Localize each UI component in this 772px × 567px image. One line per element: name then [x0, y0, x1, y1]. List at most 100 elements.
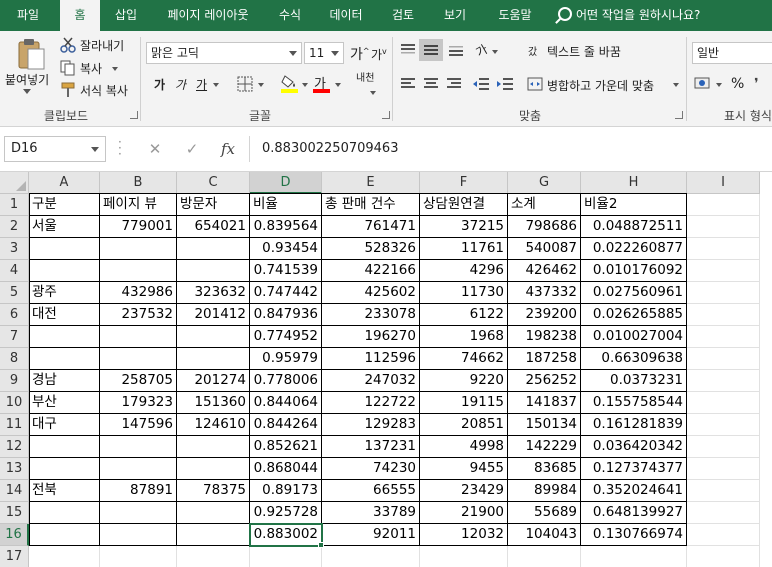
cell-d6[interactable]: 0.847936 — [250, 304, 322, 326]
cell-c8[interactable] — [177, 348, 250, 370]
cell-i13[interactable] — [687, 458, 760, 480]
phonetic-dropdown-icon[interactable] — [370, 91, 376, 95]
cell-f2[interactable]: 37215 — [420, 216, 508, 238]
row-header-11[interactable]: 11 — [0, 414, 29, 436]
cell-c10[interactable]: 151360 — [177, 392, 250, 414]
cell-b2[interactable]: 779001 — [100, 216, 177, 238]
cell-f13[interactable]: 9455 — [420, 458, 508, 480]
cell-f12[interactable]: 4998 — [420, 436, 508, 458]
cell-e1[interactable]: 총 판매 건수 — [322, 194, 420, 216]
row-header-1[interactable]: 1 — [0, 194, 29, 216]
phonetic-button[interactable]: 내천 — [356, 74, 376, 84]
cell-f16[interactable]: 12032 — [420, 524, 508, 546]
row-header-3[interactable]: 3 — [0, 238, 29, 260]
cell-c6[interactable]: 201412 — [177, 304, 250, 326]
comma-style-icon[interactable]: ❜ — [754, 76, 759, 92]
cell-c13[interactable] — [177, 458, 250, 480]
fill-color-icon[interactable] — [281, 74, 299, 97]
cell-h11[interactable]: 0.161281839 — [581, 414, 687, 436]
cell-e8[interactable]: 112596 — [322, 348, 420, 370]
italic-button[interactable]: 가 — [175, 76, 186, 93]
cell-g3[interactable]: 540087 — [508, 238, 581, 260]
cell-e13[interactable]: 74230 — [322, 458, 420, 480]
row-header-12[interactable]: 12 — [0, 436, 29, 458]
clipboard-dialog-launcher[interactable] — [130, 111, 138, 119]
cell-a14[interactable]: 전북 — [29, 480, 100, 502]
cancel-entry-button[interactable]: ✕ — [140, 136, 170, 162]
cell-c2[interactable]: 654021 — [177, 216, 250, 238]
cell-e15[interactable]: 33789 — [322, 502, 420, 524]
cell-e12[interactable]: 137231 — [322, 436, 420, 458]
cell-f7[interactable]: 1968 — [420, 326, 508, 348]
column-header-a[interactable]: A — [29, 172, 100, 194]
cell-c12[interactable] — [177, 436, 250, 458]
cell-i11[interactable] — [687, 414, 760, 436]
align-bottom-icon[interactable] — [448, 43, 464, 60]
cell-i7[interactable] — [687, 326, 760, 348]
merge-center-button[interactable]: 병합하고 가운데 맞춤 — [547, 77, 654, 94]
cell-d12[interactable]: 0.852621 — [250, 436, 322, 458]
cell-h8[interactable]: 0.66309638 — [581, 348, 687, 370]
cell-h6[interactable]: 0.026265885 — [581, 304, 687, 326]
cell-g5[interactable]: 437332 — [508, 282, 581, 304]
column-header-h[interactable]: H — [581, 172, 687, 194]
cell-h9[interactable]: 0.0373231 — [581, 370, 687, 392]
cell-b11[interactable]: 147596 — [100, 414, 177, 436]
cell-g7[interactable]: 198238 — [508, 326, 581, 348]
cell-f3[interactable]: 11761 — [420, 238, 508, 260]
cell-e11[interactable]: 129283 — [322, 414, 420, 436]
cell-i15[interactable] — [687, 502, 760, 524]
cell-d17[interactable] — [250, 546, 322, 567]
wrap-text-button[interactable]: 텍스트 줄 바꿈 — [547, 43, 621, 60]
column-header-g[interactable]: G — [508, 172, 581, 194]
cut-button[interactable]: 잘라내기 — [80, 37, 124, 54]
cell-c4[interactable] — [177, 260, 250, 282]
cell-b14[interactable]: 87891 — [100, 480, 177, 502]
cell-i2[interactable] — [687, 216, 760, 238]
cell-e7[interactable]: 196270 — [322, 326, 420, 348]
bold-button[interactable]: 가 — [154, 76, 165, 93]
cell-e4[interactable]: 422166 — [322, 260, 420, 282]
tab-help[interactable]: 도움말 — [484, 0, 546, 31]
tab-formulas[interactable]: 수식 — [266, 0, 314, 31]
fill-handle[interactable] — [318, 542, 324, 548]
cell-h12[interactable]: 0.036420342 — [581, 436, 687, 458]
copy-dropdown-icon[interactable] — [112, 67, 118, 71]
cell-g10[interactable]: 141837 — [508, 392, 581, 414]
cell-i1[interactable] — [687, 194, 760, 216]
cell-i8[interactable] — [687, 348, 760, 370]
cell-g8[interactable]: 187258 — [508, 348, 581, 370]
cell-f10[interactable]: 19115 — [420, 392, 508, 414]
cell-a4[interactable] — [29, 260, 100, 282]
font-dialog-launcher[interactable] — [382, 111, 390, 119]
cell-i5[interactable] — [687, 282, 760, 304]
cell-b8[interactable] — [100, 348, 177, 370]
cell-g12[interactable]: 142229 — [508, 436, 581, 458]
cell-i12[interactable] — [687, 436, 760, 458]
increase-indent-icon[interactable] — [496, 77, 514, 94]
cell-i3[interactable] — [687, 238, 760, 260]
cell-a10[interactable]: 부산 — [29, 392, 100, 414]
cell-h10[interactable]: 0.155758544 — [581, 392, 687, 414]
format-painter-button[interactable]: 서식 복사 — [80, 82, 128, 99]
cell-h16[interactable]: 0.130766974 — [581, 524, 687, 546]
cell-f6[interactable]: 6122 — [420, 304, 508, 326]
column-header-i[interactable]: I — [687, 172, 760, 194]
cell-b5[interactable]: 432986 — [100, 282, 177, 304]
cell-f1[interactable]: 상담원연결 — [420, 194, 508, 216]
underline-dropdown-icon[interactable] — [213, 83, 219, 87]
cell-d1[interactable]: 비율 — [250, 194, 322, 216]
cell-g17[interactable] — [508, 546, 581, 567]
row-header-13[interactable]: 13 — [0, 458, 29, 480]
cell-c15[interactable] — [177, 502, 250, 524]
cell-g15[interactable]: 55689 — [508, 502, 581, 524]
cell-c9[interactable]: 201274 — [177, 370, 250, 392]
cell-g9[interactable]: 256252 — [508, 370, 581, 392]
cell-a6[interactable]: 대전 — [29, 304, 100, 326]
cell-f5[interactable]: 11730 — [420, 282, 508, 304]
accounting-format-icon[interactable] — [694, 76, 712, 95]
decrease-indent-icon[interactable] — [472, 77, 490, 94]
tab-view[interactable]: 보기 — [432, 0, 478, 31]
column-header-f[interactable]: F — [420, 172, 508, 194]
cell-h5[interactable]: 0.027560961 — [581, 282, 687, 304]
